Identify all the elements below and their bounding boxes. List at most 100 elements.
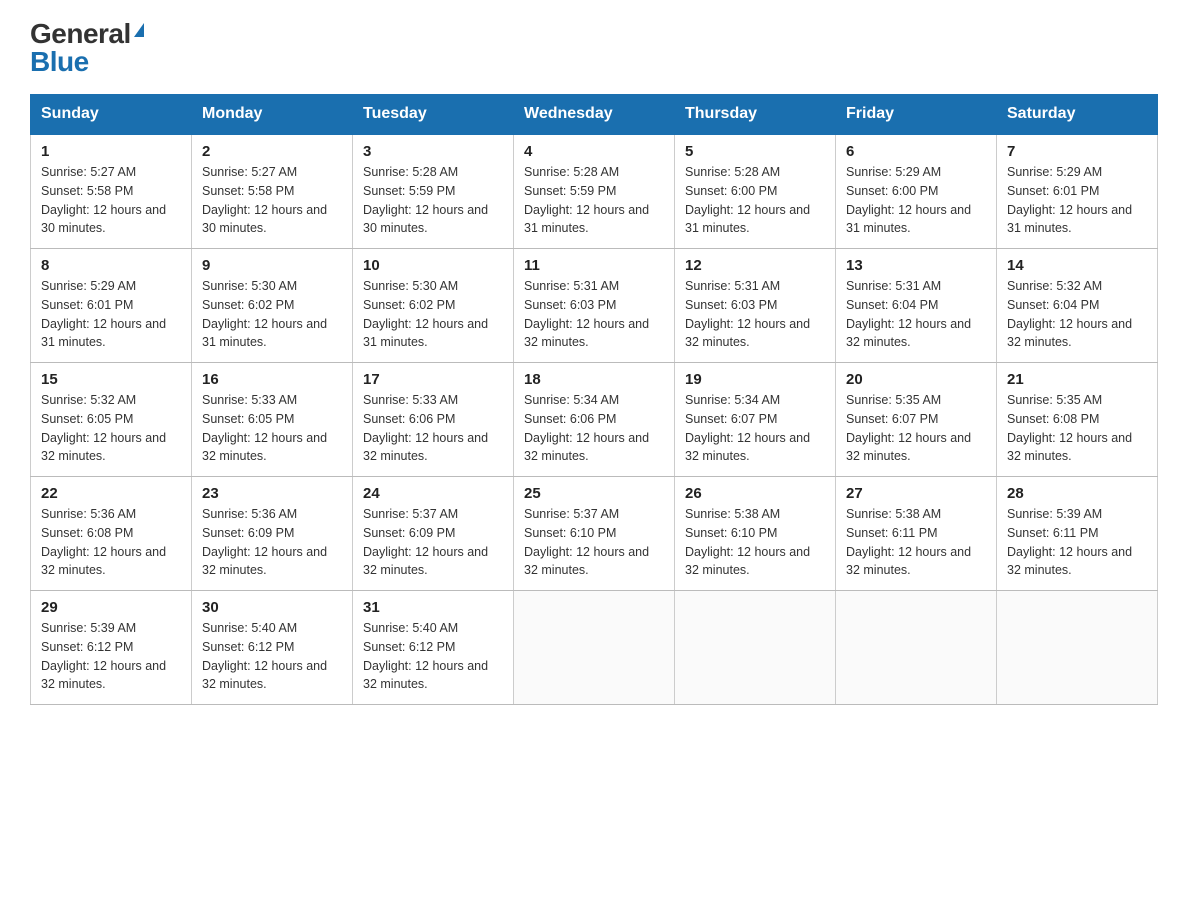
calendar-cell: 15 Sunrise: 5:32 AMSunset: 6:05 PMDaylig… bbox=[31, 363, 192, 477]
calendar-cell: 4 Sunrise: 5:28 AMSunset: 5:59 PMDayligh… bbox=[514, 134, 675, 249]
weekday-header-monday: Monday bbox=[192, 95, 353, 135]
calendar-cell: 16 Sunrise: 5:33 AMSunset: 6:05 PMDaylig… bbox=[192, 363, 353, 477]
day-info: Sunrise: 5:35 AMSunset: 6:08 PMDaylight:… bbox=[1007, 393, 1132, 463]
day-number: 5 bbox=[685, 143, 825, 160]
day-number: 2 bbox=[202, 143, 342, 160]
logo: General Blue bbox=[30, 20, 144, 76]
day-number: 4 bbox=[524, 143, 664, 160]
day-number: 27 bbox=[846, 485, 986, 502]
day-number: 15 bbox=[41, 371, 181, 388]
day-info: Sunrise: 5:33 AMSunset: 6:06 PMDaylight:… bbox=[363, 393, 488, 463]
calendar-cell: 17 Sunrise: 5:33 AMSunset: 6:06 PMDaylig… bbox=[353, 363, 514, 477]
day-info: Sunrise: 5:40 AMSunset: 6:12 PMDaylight:… bbox=[202, 621, 327, 691]
header: General Blue bbox=[30, 20, 1158, 76]
day-info: Sunrise: 5:39 AMSunset: 6:12 PMDaylight:… bbox=[41, 621, 166, 691]
calendar-cell: 20 Sunrise: 5:35 AMSunset: 6:07 PMDaylig… bbox=[836, 363, 997, 477]
calendar-cell: 9 Sunrise: 5:30 AMSunset: 6:02 PMDayligh… bbox=[192, 249, 353, 363]
logo-general-text: General bbox=[30, 20, 131, 48]
weekday-header-thursday: Thursday bbox=[675, 95, 836, 135]
day-info: Sunrise: 5:28 AMSunset: 5:59 PMDaylight:… bbox=[363, 165, 488, 235]
calendar-cell: 18 Sunrise: 5:34 AMSunset: 6:06 PMDaylig… bbox=[514, 363, 675, 477]
day-number: 26 bbox=[685, 485, 825, 502]
day-number: 29 bbox=[41, 599, 181, 616]
calendar-table: SundayMondayTuesdayWednesdayThursdayFrid… bbox=[30, 94, 1158, 705]
calendar-cell: 24 Sunrise: 5:37 AMSunset: 6:09 PMDaylig… bbox=[353, 477, 514, 591]
weekday-header-wednesday: Wednesday bbox=[514, 95, 675, 135]
day-info: Sunrise: 5:31 AMSunset: 6:04 PMDaylight:… bbox=[846, 279, 971, 349]
day-number: 9 bbox=[202, 257, 342, 274]
day-number: 6 bbox=[846, 143, 986, 160]
calendar-cell: 7 Sunrise: 5:29 AMSunset: 6:01 PMDayligh… bbox=[997, 134, 1158, 249]
calendar-cell: 2 Sunrise: 5:27 AMSunset: 5:58 PMDayligh… bbox=[192, 134, 353, 249]
day-info: Sunrise: 5:37 AMSunset: 6:09 PMDaylight:… bbox=[363, 507, 488, 577]
day-info: Sunrise: 5:29 AMSunset: 6:00 PMDaylight:… bbox=[846, 165, 971, 235]
logo-blue-text: Blue bbox=[30, 48, 89, 76]
day-info: Sunrise: 5:30 AMSunset: 6:02 PMDaylight:… bbox=[202, 279, 327, 349]
day-info: Sunrise: 5:32 AMSunset: 6:04 PMDaylight:… bbox=[1007, 279, 1132, 349]
day-number: 31 bbox=[363, 599, 503, 616]
day-number: 12 bbox=[685, 257, 825, 274]
calendar-cell bbox=[997, 591, 1158, 705]
calendar-cell bbox=[836, 591, 997, 705]
calendar-cell: 27 Sunrise: 5:38 AMSunset: 6:11 PMDaylig… bbox=[836, 477, 997, 591]
calendar-cell: 3 Sunrise: 5:28 AMSunset: 5:59 PMDayligh… bbox=[353, 134, 514, 249]
day-number: 10 bbox=[363, 257, 503, 274]
calendar-cell: 13 Sunrise: 5:31 AMSunset: 6:04 PMDaylig… bbox=[836, 249, 997, 363]
day-info: Sunrise: 5:35 AMSunset: 6:07 PMDaylight:… bbox=[846, 393, 971, 463]
day-info: Sunrise: 5:38 AMSunset: 6:11 PMDaylight:… bbox=[846, 507, 971, 577]
day-number: 7 bbox=[1007, 143, 1147, 160]
calendar-cell: 23 Sunrise: 5:36 AMSunset: 6:09 PMDaylig… bbox=[192, 477, 353, 591]
day-info: Sunrise: 5:29 AMSunset: 6:01 PMDaylight:… bbox=[1007, 165, 1132, 235]
weekday-header-row: SundayMondayTuesdayWednesdayThursdayFrid… bbox=[31, 95, 1158, 135]
day-number: 17 bbox=[363, 371, 503, 388]
day-info: Sunrise: 5:29 AMSunset: 6:01 PMDaylight:… bbox=[41, 279, 166, 349]
day-number: 22 bbox=[41, 485, 181, 502]
logo-triangle-icon bbox=[134, 23, 144, 37]
calendar-cell: 31 Sunrise: 5:40 AMSunset: 6:12 PMDaylig… bbox=[353, 591, 514, 705]
day-info: Sunrise: 5:28 AMSunset: 6:00 PMDaylight:… bbox=[685, 165, 810, 235]
day-info: Sunrise: 5:33 AMSunset: 6:05 PMDaylight:… bbox=[202, 393, 327, 463]
day-info: Sunrise: 5:31 AMSunset: 6:03 PMDaylight:… bbox=[685, 279, 810, 349]
calendar-cell bbox=[675, 591, 836, 705]
day-info: Sunrise: 5:28 AMSunset: 5:59 PMDaylight:… bbox=[524, 165, 649, 235]
calendar-cell: 10 Sunrise: 5:30 AMSunset: 6:02 PMDaylig… bbox=[353, 249, 514, 363]
calendar-week-row: 8 Sunrise: 5:29 AMSunset: 6:01 PMDayligh… bbox=[31, 249, 1158, 363]
day-info: Sunrise: 5:27 AMSunset: 5:58 PMDaylight:… bbox=[202, 165, 327, 235]
weekday-header-sunday: Sunday bbox=[31, 95, 192, 135]
calendar-cell: 6 Sunrise: 5:29 AMSunset: 6:00 PMDayligh… bbox=[836, 134, 997, 249]
calendar-cell: 21 Sunrise: 5:35 AMSunset: 6:08 PMDaylig… bbox=[997, 363, 1158, 477]
calendar-cell: 22 Sunrise: 5:36 AMSunset: 6:08 PMDaylig… bbox=[31, 477, 192, 591]
day-number: 13 bbox=[846, 257, 986, 274]
calendar-week-row: 15 Sunrise: 5:32 AMSunset: 6:05 PMDaylig… bbox=[31, 363, 1158, 477]
day-number: 3 bbox=[363, 143, 503, 160]
day-info: Sunrise: 5:38 AMSunset: 6:10 PMDaylight:… bbox=[685, 507, 810, 577]
calendar-week-row: 1 Sunrise: 5:27 AMSunset: 5:58 PMDayligh… bbox=[31, 134, 1158, 249]
calendar-cell: 29 Sunrise: 5:39 AMSunset: 6:12 PMDaylig… bbox=[31, 591, 192, 705]
day-number: 8 bbox=[41, 257, 181, 274]
calendar-cell: 11 Sunrise: 5:31 AMSunset: 6:03 PMDaylig… bbox=[514, 249, 675, 363]
calendar-week-row: 29 Sunrise: 5:39 AMSunset: 6:12 PMDaylig… bbox=[31, 591, 1158, 705]
day-number: 16 bbox=[202, 371, 342, 388]
calendar-cell: 25 Sunrise: 5:37 AMSunset: 6:10 PMDaylig… bbox=[514, 477, 675, 591]
day-number: 14 bbox=[1007, 257, 1147, 274]
weekday-header-saturday: Saturday bbox=[997, 95, 1158, 135]
day-info: Sunrise: 5:34 AMSunset: 6:07 PMDaylight:… bbox=[685, 393, 810, 463]
day-info: Sunrise: 5:31 AMSunset: 6:03 PMDaylight:… bbox=[524, 279, 649, 349]
calendar-cell bbox=[514, 591, 675, 705]
calendar-cell: 28 Sunrise: 5:39 AMSunset: 6:11 PMDaylig… bbox=[997, 477, 1158, 591]
calendar-cell: 14 Sunrise: 5:32 AMSunset: 6:04 PMDaylig… bbox=[997, 249, 1158, 363]
day-number: 18 bbox=[524, 371, 664, 388]
day-number: 25 bbox=[524, 485, 664, 502]
day-number: 24 bbox=[363, 485, 503, 502]
day-number: 30 bbox=[202, 599, 342, 616]
day-info: Sunrise: 5:30 AMSunset: 6:02 PMDaylight:… bbox=[363, 279, 488, 349]
day-info: Sunrise: 5:40 AMSunset: 6:12 PMDaylight:… bbox=[363, 621, 488, 691]
calendar-cell: 26 Sunrise: 5:38 AMSunset: 6:10 PMDaylig… bbox=[675, 477, 836, 591]
day-info: Sunrise: 5:36 AMSunset: 6:09 PMDaylight:… bbox=[202, 507, 327, 577]
calendar-cell: 8 Sunrise: 5:29 AMSunset: 6:01 PMDayligh… bbox=[31, 249, 192, 363]
day-info: Sunrise: 5:34 AMSunset: 6:06 PMDaylight:… bbox=[524, 393, 649, 463]
day-info: Sunrise: 5:39 AMSunset: 6:11 PMDaylight:… bbox=[1007, 507, 1132, 577]
calendar-cell: 5 Sunrise: 5:28 AMSunset: 6:00 PMDayligh… bbox=[675, 134, 836, 249]
day-number: 21 bbox=[1007, 371, 1147, 388]
day-number: 1 bbox=[41, 143, 181, 160]
